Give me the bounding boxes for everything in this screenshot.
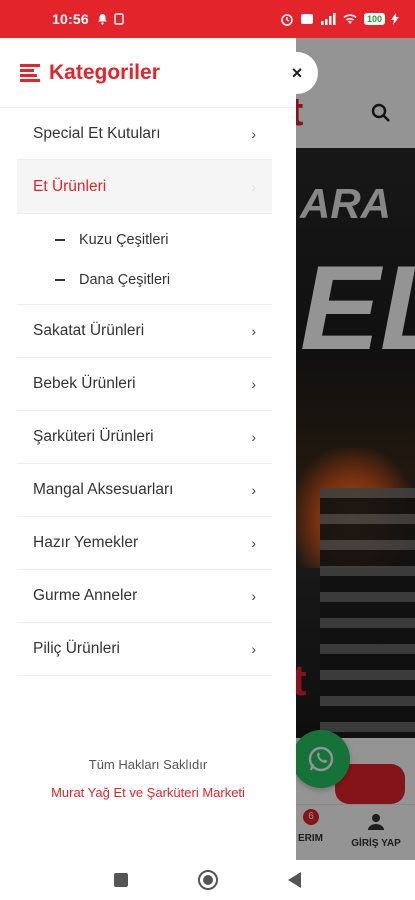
screen: 10:56 100 t ARA EL t 6 ERIM <box>0 0 415 900</box>
category-item-gurme-anneler[interactable]: Gurme Anneler › <box>17 570 272 623</box>
status-time: 10:56 <box>52 11 89 27</box>
home-icon[interactable] <box>198 870 218 890</box>
drawer-footer: Tüm Hakları Saklıdır Murat Yağ Et ve Şar… <box>0 757 296 800</box>
recent-apps-icon[interactable] <box>114 873 128 887</box>
chevron-right-icon: › <box>251 323 256 339</box>
signal-icon <box>320 13 336 25</box>
category-item-mangal[interactable]: Mangal Aksesuarları › <box>17 464 272 517</box>
chevron-right-icon: › <box>251 588 256 604</box>
category-list: Special Et Kutuları › Et Ürünleri › Kuzu… <box>0 108 296 676</box>
category-label: Et Ürünleri <box>33 177 107 195</box>
category-item-sarkuteri[interactable]: Şarküteri Ürünleri › <box>17 411 272 464</box>
company-name[interactable]: Murat Yağ Et ve Şarküteri Marketi <box>0 785 296 800</box>
category-item-sakatat[interactable]: Sakatat Ürünleri › <box>17 305 272 358</box>
chevron-down-icon: › <box>251 178 256 195</box>
category-label: Şarküteri Ürünleri <box>33 428 154 445</box>
chevron-right-icon: › <box>251 482 256 498</box>
status-system-icons: 100 <box>280 12 399 26</box>
notification-bell-icon <box>97 14 107 25</box>
charging-icon <box>391 13 399 25</box>
storage-icon <box>114 13 124 25</box>
category-label: Bebek Ürünleri <box>33 375 136 392</box>
wifi-icon <box>343 14 357 24</box>
subcategory-label: Dana Çeşitleri <box>79 272 171 288</box>
close-drawer-button[interactable]: × <box>276 52 318 94</box>
chevron-right-icon: › <box>251 429 256 445</box>
category-label: Sakatat Ürünleri <box>33 322 145 339</box>
category-drawer: Kategoriler Special Et Kutuları › Et Ürü… <box>0 38 296 860</box>
chevron-right-icon: › <box>251 641 256 657</box>
category-label: Mangal Aksesuarları <box>33 481 174 498</box>
chevron-right-icon: › <box>251 125 256 142</box>
category-label: Special Et Kutuları <box>33 124 161 142</box>
category-label: Hazır Yemekler <box>33 534 139 551</box>
alarm-icon <box>281 14 293 26</box>
category-label: Piliç Ürünleri <box>33 640 120 657</box>
drawer-header: Kategoriler <box>0 38 296 108</box>
subcategory-item-dana[interactable]: Dana Çeşitleri <box>17 260 272 300</box>
close-icon: × <box>291 62 303 83</box>
category-item-et-urunleri[interactable]: Et Ürünleri › <box>17 160 272 214</box>
category-item-hazir-yemekler[interactable]: Hazır Yemekler › <box>17 517 272 570</box>
drawer-title: Kategoriler <box>49 60 160 84</box>
chevron-right-icon: › <box>251 376 256 392</box>
subcategory-item-kuzu[interactable]: Kuzu Çeşitleri <box>17 220 272 260</box>
chevron-right-icon: › <box>251 535 256 551</box>
copyright-text: Tüm Hakları Saklıdır <box>88 757 208 772</box>
menu-icon <box>20 63 40 82</box>
dash-icon <box>55 239 65 241</box>
battery-indicator: 100 <box>363 13 385 25</box>
category-item-special-et-kutulari[interactable]: Special Et Kutuları › <box>17 108 272 160</box>
category-item-pilic[interactable]: Piliç Ürünleri › <box>17 623 272 676</box>
screen-record-icon <box>300 14 313 24</box>
subcategory-label: Kuzu Çeşitleri <box>79 232 169 248</box>
category-item-bebek[interactable]: Bebek Ürünleri › <box>17 358 272 411</box>
category-label: Gurme Anneler <box>33 587 138 604</box>
back-icon[interactable] <box>288 872 301 888</box>
status-bar: 10:56 100 <box>0 0 415 38</box>
dash-icon <box>55 279 65 281</box>
system-navigation-bar <box>0 860 415 900</box>
et-urunleri-subcategories: Kuzu Çeşitleri Dana Çeşitleri <box>17 214 272 305</box>
status-notification-icons <box>97 13 124 25</box>
